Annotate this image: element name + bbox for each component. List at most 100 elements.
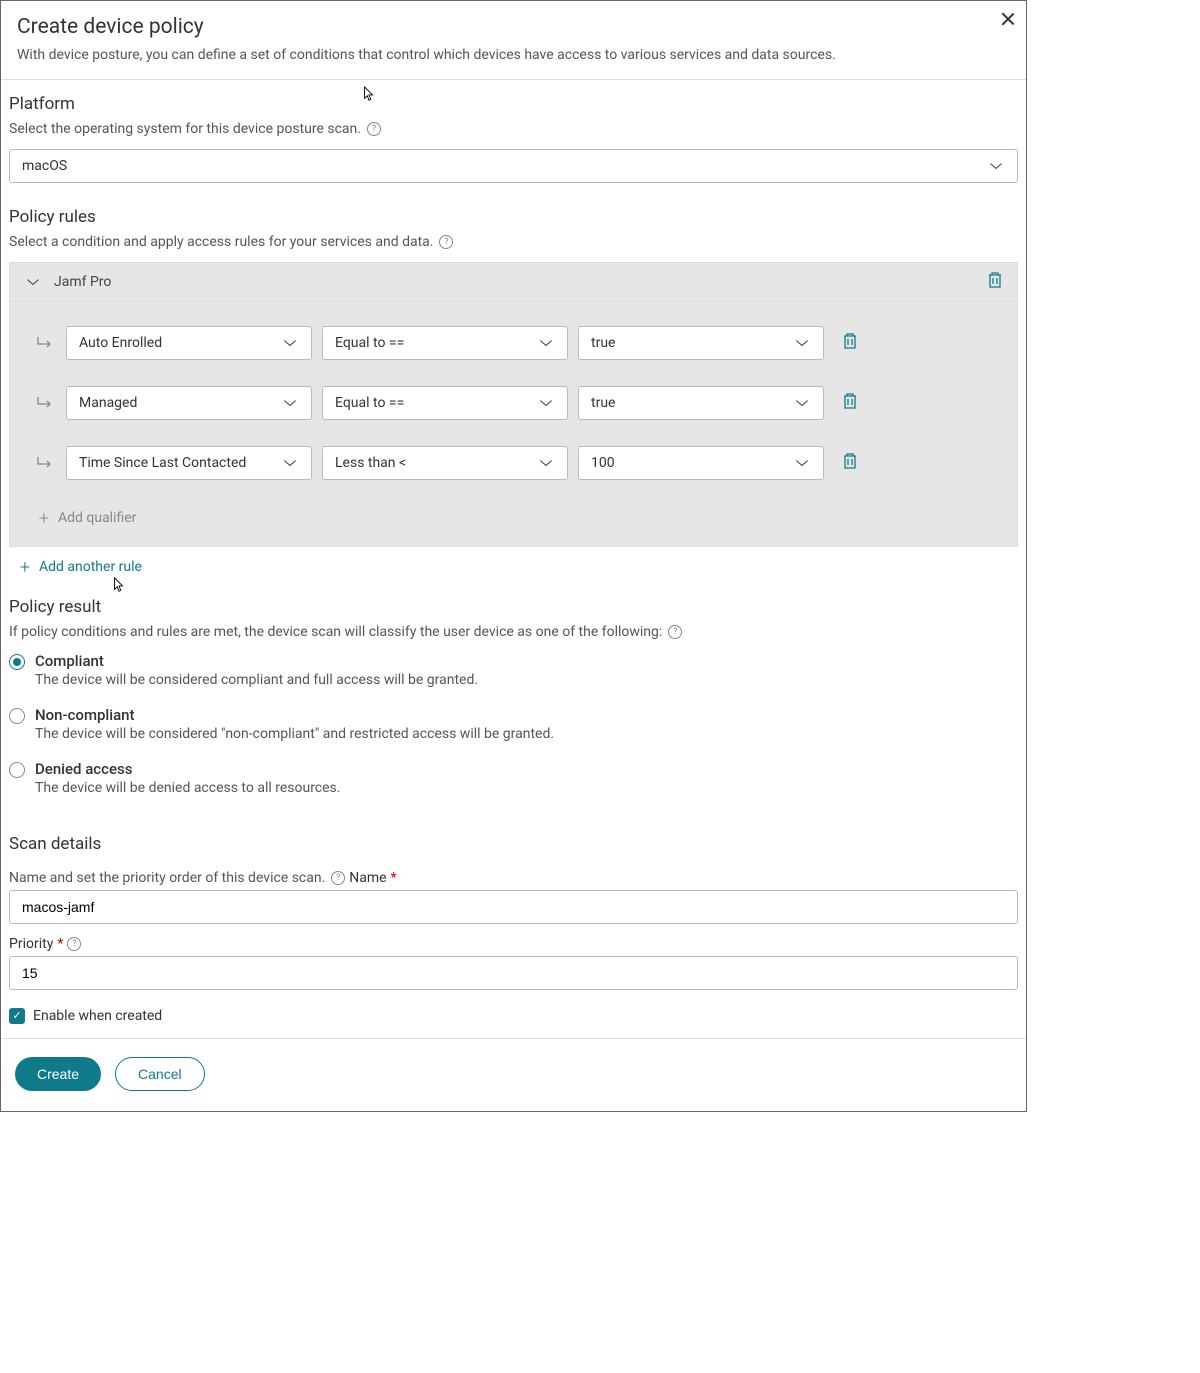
- add-qualifier-label: Add qualifier: [58, 510, 136, 526]
- radio-label: Denied access: [35, 760, 340, 778]
- create-button[interactable]: Create: [15, 1057, 101, 1091]
- policy-rules-title: Policy rules: [9, 207, 1018, 227]
- platform-section: Platform Select the operating system for…: [1, 80, 1026, 193]
- required-marker: *: [391, 870, 397, 886]
- select-value: 100: [591, 455, 615, 471]
- enable-checkbox-row[interactable]: Enable when created: [9, 1008, 1018, 1024]
- name-label-text: Name: [349, 870, 386, 886]
- select-value: true: [591, 395, 615, 411]
- name-label: Name *: [349, 870, 396, 886]
- select-value: Equal to ==: [335, 395, 404, 411]
- platform-select[interactable]: macOS: [9, 149, 1018, 183]
- checkbox[interactable]: [9, 1008, 25, 1024]
- select-value: Equal to ==: [335, 335, 404, 351]
- qualifier-operator-select[interactable]: Equal to ==: [322, 386, 568, 420]
- cancel-button[interactable]: Cancel: [115, 1057, 205, 1091]
- chevron-down-icon: [987, 157, 1005, 175]
- policy-result-subtitle: If policy conditions and rules are met, …: [9, 624, 682, 640]
- help-icon[interactable]: [367, 122, 381, 136]
- scan-details-subtitle-text: Name and set the priority order of this …: [9, 870, 325, 886]
- help-icon[interactable]: [67, 937, 81, 951]
- chevron-down-icon: [537, 454, 555, 472]
- qualifier-operator-select[interactable]: Equal to ==: [322, 326, 568, 360]
- close-icon[interactable]: [998, 9, 1018, 29]
- radio-option-compliant[interactable]: Compliant The device will be considered …: [9, 652, 1018, 688]
- modal-subtitle: With device posture, you can define a se…: [17, 47, 1010, 63]
- select-value: Auto Enrolled: [79, 335, 162, 351]
- chevron-down-icon: [793, 454, 811, 472]
- chevron-down-icon: [537, 394, 555, 412]
- select-value: Less than <: [335, 455, 406, 471]
- indent-arrow-icon: [36, 454, 54, 472]
- trash-icon[interactable]: [987, 271, 1003, 293]
- radio-button[interactable]: [9, 708, 25, 724]
- select-value: Time Since Last Contacted: [79, 455, 246, 471]
- add-qualifier-link[interactable]: + Add qualifier: [36, 506, 136, 536]
- radio-description: The device will be considered "non-compl…: [35, 726, 554, 742]
- scan-details-section: Scan details Name and set the priority o…: [1, 820, 1026, 1038]
- enable-label: Enable when created: [33, 1008, 162, 1024]
- radio-option-non-compliant[interactable]: Non-compliant The device will be conside…: [9, 706, 1018, 742]
- name-input[interactable]: [9, 890, 1018, 924]
- scan-details-subtitle: Name and set the priority order of this …: [9, 870, 345, 886]
- platform-subtitle-text: Select the operating system for this dev…: [9, 121, 361, 137]
- chevron-down-icon: [281, 394, 299, 412]
- qualifier-row: Auto Enrolled Equal to == true: [36, 326, 991, 360]
- policy-result-section: Policy result If policy conditions and r…: [1, 583, 1026, 820]
- qualifier-attribute-select[interactable]: Auto Enrolled: [66, 326, 312, 360]
- rule-body: Auto Enrolled Equal to == true: [10, 302, 1017, 546]
- select-value: Managed: [79, 395, 137, 411]
- required-marker: *: [57, 936, 63, 952]
- platform-select-value: macOS: [22, 158, 67, 174]
- modal-title: Create device policy: [17, 15, 1010, 39]
- modal-header: Create device policy With device posture…: [1, 1, 1026, 80]
- radio-label: Non-compliant: [35, 706, 554, 724]
- qualifier-row: Time Since Last Contacted Less than < 10…: [36, 446, 991, 480]
- qualifier-value-select[interactable]: true: [578, 386, 824, 420]
- plus-icon: +: [36, 510, 52, 526]
- priority-label: Priority *: [9, 936, 81, 952]
- chevron-down-icon: [24, 273, 42, 291]
- help-icon[interactable]: [439, 235, 453, 249]
- radio-description: The device will be considered compliant …: [35, 672, 478, 688]
- policy-rules-section: Policy rules Select a condition and appl…: [1, 193, 1026, 583]
- qualifier-row: Managed Equal to == true: [36, 386, 991, 420]
- qualifier-operator-select[interactable]: Less than <: [322, 446, 568, 480]
- policy-rules-subtitle: Select a condition and apply access rule…: [9, 234, 453, 250]
- rule-header[interactable]: Jamf Pro: [10, 263, 1017, 302]
- chevron-down-icon: [281, 334, 299, 352]
- priority-input[interactable]: [9, 956, 1018, 990]
- qualifier-attribute-select[interactable]: Managed: [66, 386, 312, 420]
- chevron-down-icon: [537, 334, 555, 352]
- radio-label: Compliant: [35, 652, 478, 670]
- chevron-down-icon: [281, 454, 299, 472]
- chevron-down-icon: [793, 394, 811, 412]
- trash-icon[interactable]: [842, 392, 858, 414]
- platform-subtitle: Select the operating system for this dev…: [9, 121, 381, 137]
- qualifier-value-select[interactable]: 100: [578, 446, 824, 480]
- radio-button[interactable]: [9, 762, 25, 778]
- add-another-rule-link[interactable]: + Add another rule: [9, 547, 142, 575]
- trash-icon[interactable]: [842, 332, 858, 354]
- scan-details-title: Scan details: [9, 834, 1018, 854]
- trash-icon[interactable]: [842, 452, 858, 474]
- qualifier-value-select[interactable]: true: [578, 326, 824, 360]
- radio-description: The device will be denied access to all …: [35, 780, 340, 796]
- chevron-down-icon: [793, 334, 811, 352]
- platform-title: Platform: [9, 94, 1018, 114]
- indent-arrow-icon: [36, 394, 54, 412]
- select-value: true: [591, 335, 615, 351]
- help-icon[interactable]: [668, 625, 682, 639]
- policy-result-subtitle-text: If policy conditions and rules are met, …: [9, 624, 662, 640]
- radio-button[interactable]: [9, 654, 25, 670]
- policy-result-title: Policy result: [9, 597, 1018, 617]
- radio-option-denied[interactable]: Denied access The device will be denied …: [9, 760, 1018, 796]
- help-icon[interactable]: [331, 871, 345, 885]
- create-device-policy-modal: Create device policy With device posture…: [0, 0, 1027, 1112]
- add-rule-label: Add another rule: [39, 559, 142, 575]
- rule-panel: Jamf Pro Auto Enrolled Equal to =: [9, 262, 1018, 547]
- rule-name: Jamf Pro: [54, 274, 111, 290]
- modal-footer: Create Cancel: [1, 1038, 1026, 1111]
- qualifier-attribute-select[interactable]: Time Since Last Contacted: [66, 446, 312, 480]
- plus-icon: +: [17, 559, 33, 575]
